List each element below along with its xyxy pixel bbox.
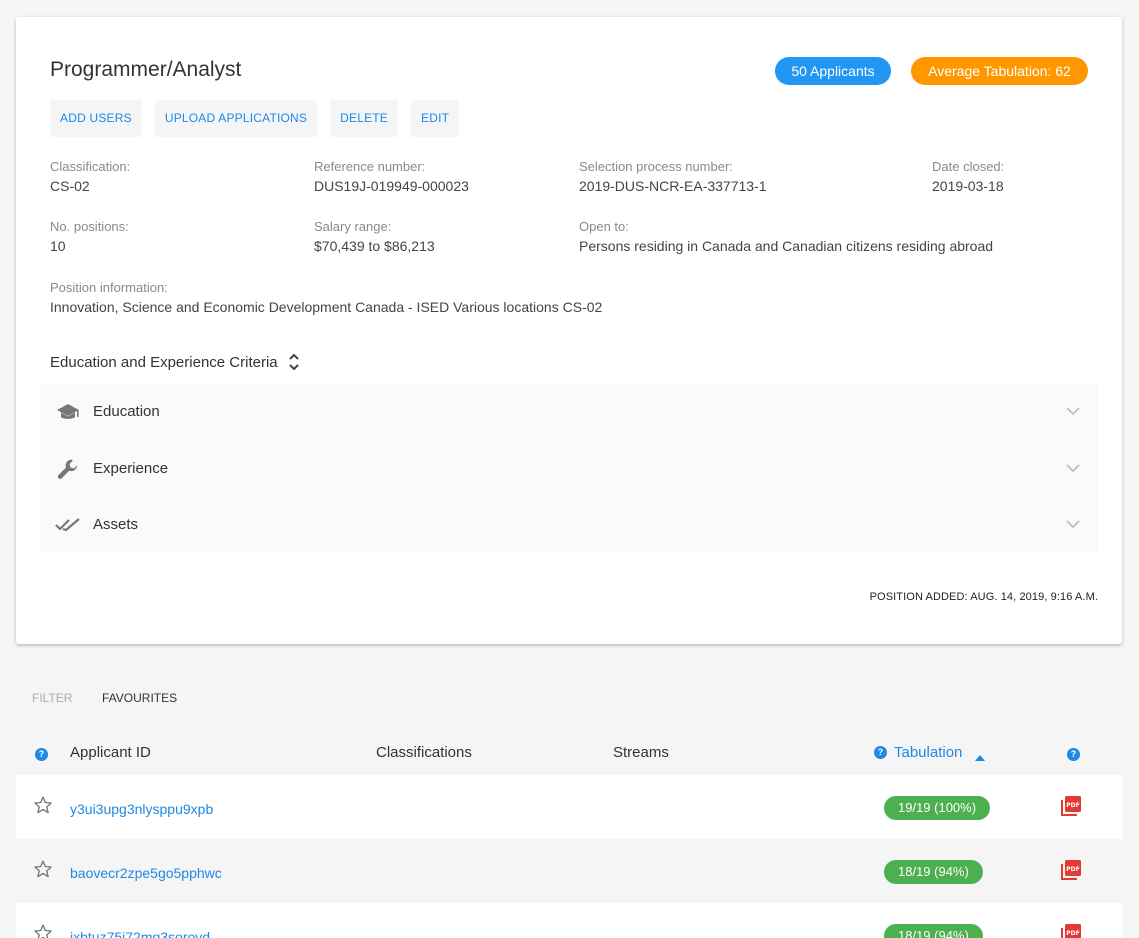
table-row[interactable]: y3ui3upg3nlysppu9xpb 19/19 (100%) PDF	[16, 775, 1122, 839]
column-header-applicant-id[interactable]: Applicant ID	[70, 744, 151, 761]
page-title: Programmer/Analyst	[50, 58, 242, 81]
svg-text:PDF: PDF	[1066, 866, 1079, 873]
criteria-panel-experience[interactable]: Experience	[40, 441, 1098, 497]
average-tabulation-badge: Average Tabulation: 62	[911, 57, 1088, 85]
chevron-down-icon	[1066, 460, 1080, 478]
selection-process-field: Selection process number: 2019-DUS-NCR-E…	[579, 159, 767, 194]
reference-number-field: Reference number: DUS19J-019949-000023	[314, 159, 469, 194]
chevron-down-icon	[1066, 516, 1080, 534]
open-to-field: Open to: Persons residing in Canada and …	[579, 219, 993, 254]
pdf-icon[interactable]: PDF	[1060, 923, 1082, 938]
criteria-panel-education[interactable]: Education	[40, 384, 1098, 440]
position-information-label: Position information:	[50, 280, 168, 295]
positions-label: No. positions:	[50, 219, 129, 234]
selection-process-value: 2019-DUS-NCR-EA-337713-1	[579, 178, 767, 194]
pdf-icon[interactable]: PDF	[1060, 795, 1082, 822]
tabulation-score-badge: 19/19 (100%)	[884, 796, 991, 820]
position-information-value: Innovation, Science and Economic Develop…	[50, 299, 603, 315]
date-closed-label: Date closed:	[932, 159, 1005, 174]
edit-button[interactable]: EDIT	[411, 100, 460, 137]
add-users-button[interactable]: ADD USERS	[50, 100, 142, 137]
column-header-streams[interactable]: Streams	[613, 744, 669, 761]
graduation-cap-icon	[40, 402, 94, 422]
classification-field: Classification: CS-02	[50, 159, 130, 194]
svg-text:PDF: PDF	[1066, 930, 1079, 937]
star-icon[interactable]	[33, 923, 53, 938]
date-closed-field: Date closed: 2019-03-18	[932, 159, 1004, 194]
salary-range-field: Salary range: $70,439 to $86,213	[314, 219, 435, 254]
applicant-id-link[interactable]: jxbtuz75i72mq3sorovd	[70, 929, 210, 938]
positions-field: No. positions: 10	[50, 219, 129, 254]
help-icon[interactable]: ?	[35, 748, 48, 761]
help-icon[interactable]: ?	[874, 746, 887, 759]
reference-number-value: DUS19J-019949-000023	[314, 178, 469, 194]
expand-collapse-icon[interactable]	[288, 352, 300, 372]
sort-ascending-icon[interactable]	[974, 749, 986, 767]
selection-process-label: Selection process number:	[579, 159, 733, 174]
criteria-panel-label: Education	[93, 403, 160, 420]
criteria-section-title: Education and Experience Criteria	[50, 352, 300, 372]
positions-value: 10	[50, 238, 66, 254]
criteria-panel-assets[interactable]: Assets	[40, 497, 1098, 553]
open-to-value: Persons residing in Canada and Canadian …	[579, 238, 994, 254]
column-header-classifications[interactable]: Classifications	[376, 744, 472, 761]
open-to-label: Open to:	[579, 219, 629, 234]
star-icon[interactable]	[33, 859, 53, 884]
wrench-icon	[40, 458, 94, 480]
applicant-id-link[interactable]: baovecr2zpe5go5pphwc	[70, 865, 222, 881]
applicants-badge[interactable]: 50 Applicants	[775, 57, 891, 85]
date-closed-value: 2019-03-18	[932, 178, 1004, 194]
help-icon[interactable]: ?	[1067, 748, 1080, 761]
reference-number-label: Reference number:	[314, 159, 426, 174]
criteria-title-label: Education and Experience Criteria	[50, 353, 278, 371]
applicant-id-link[interactable]: y3ui3upg3nlysppu9xpb	[70, 801, 213, 817]
svg-text:PDF: PDF	[1066, 802, 1079, 809]
star-icon[interactable]	[33, 795, 53, 820]
tabulation-score-badge: 18/19 (94%)	[884, 860, 983, 884]
position-added-timestamp: POSITION ADDED: AUG. 14, 2019, 9:16 A.M.	[869, 591, 1098, 603]
position-information-field: Position information: Innovation, Scienc…	[50, 280, 602, 315]
chevron-down-icon	[1066, 403, 1080, 421]
column-header-tabulation[interactable]: Tabulation	[894, 744, 962, 761]
classification-value: CS-02	[50, 178, 90, 194]
delete-button[interactable]: DELETE	[330, 100, 399, 137]
salary-range-value: $70,439 to $86,213	[314, 238, 435, 254]
classification-label: Classification:	[50, 159, 131, 174]
criteria-panel-label: Experience	[93, 460, 169, 477]
table-row[interactable]: baovecr2zpe5go5pphwc 18/19 (94%) PDF	[16, 839, 1122, 903]
tab-filter[interactable]: FILTER	[32, 691, 72, 705]
tabulation-score-badge: 18/19 (94%)	[884, 924, 983, 938]
action-toolbar: ADD USERS UPLOAD APPLICATIONS DELETE EDI…	[50, 100, 460, 137]
table-row[interactable]: jxbtuz75i72mq3sorovd 18/19 (94%) PDF	[16, 903, 1122, 938]
tab-favourites[interactable]: FAVOURITES	[102, 691, 177, 705]
salary-range-label: Salary range:	[314, 219, 392, 234]
position-card: Programmer/Analyst 50 Applicants Average…	[16, 17, 1122, 644]
double-check-icon	[40, 517, 94, 533]
upload-applications-button[interactable]: UPLOAD APPLICATIONS	[154, 100, 318, 137]
pdf-icon[interactable]: PDF	[1060, 859, 1082, 886]
criteria-panel-label: Assets	[93, 516, 139, 533]
